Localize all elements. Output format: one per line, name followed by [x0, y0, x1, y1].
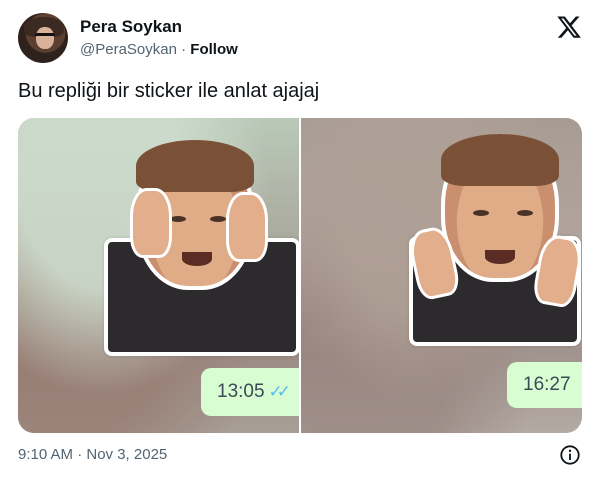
x-logo-icon[interactable]: [557, 15, 581, 39]
separator-dot: ·: [181, 41, 187, 58]
media-image-1[interactable]: 13:05 ✓✓: [18, 118, 299, 433]
info-icon[interactable]: [559, 444, 581, 466]
message-bubble: 16:27: [507, 362, 582, 408]
media-image-2[interactable]: 16:27: [301, 118, 582, 433]
tweet-text: Bu repliği bir sticker ile anlat ajajaj: [18, 80, 320, 102]
author-handle[interactable]: @PeraSoykan: [80, 41, 177, 58]
tweet-card: Pera Soykan @PeraSoykan · Follow Bu repl…: [0, 0, 600, 484]
message-time: 13:05: [217, 381, 265, 402]
follow-button[interactable]: Follow: [190, 41, 238, 58]
avatar[interactable]: [18, 13, 68, 63]
media-grid[interactable]: 13:05 ✓✓ 16:27: [18, 118, 582, 433]
author-name[interactable]: Pera Soykan: [80, 17, 182, 37]
message-bubble: 13:05 ✓✓: [201, 368, 299, 416]
tweet-timestamp[interactable]: 9:10 AM · Nov 3, 2025: [18, 446, 167, 463]
message-time: 16:27: [523, 374, 571, 395]
sticker-hand: [226, 192, 268, 262]
author-handle-row: @PeraSoykan · Follow: [80, 41, 238, 58]
read-receipt-icon: ✓✓: [268, 382, 291, 401]
sticker-hand: [130, 188, 172, 258]
